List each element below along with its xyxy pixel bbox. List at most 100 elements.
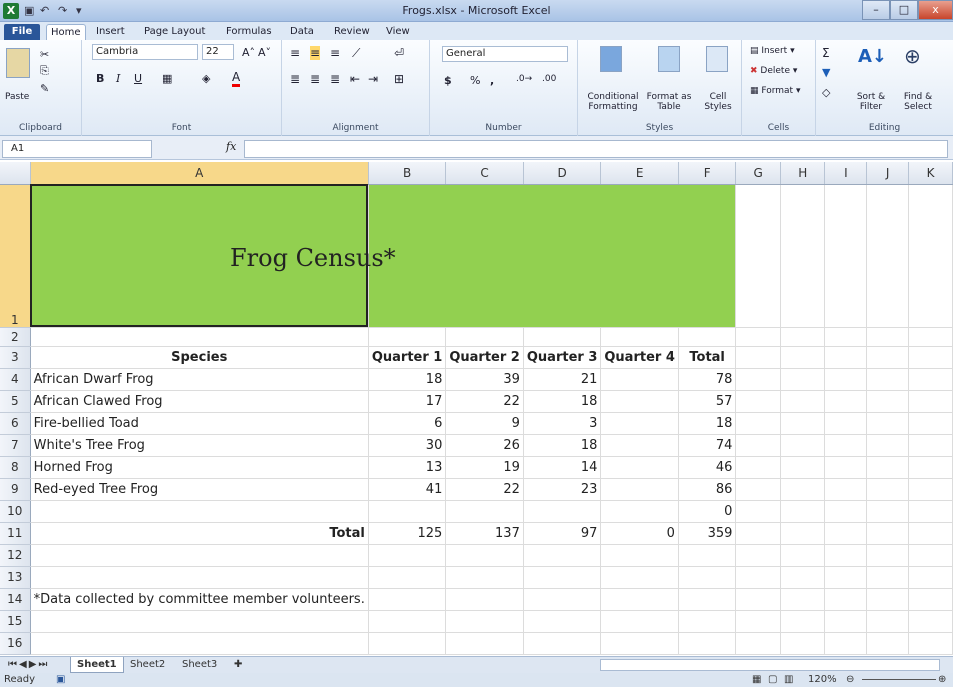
value-cell[interactable]: 3 [523, 412, 602, 435]
value-cell[interactable]: 13 [368, 456, 447, 479]
empty-cell[interactable] [908, 500, 953, 523]
conditional-formatting-icon[interactable] [600, 46, 622, 72]
column-header-a[interactable]: A [30, 162, 369, 185]
empty-cell[interactable] [908, 412, 953, 435]
cell-a1[interactable] [30, 184, 369, 328]
sort-filter-button[interactable]: Sort & Filter [850, 92, 892, 112]
italic-button[interactable]: I [116, 72, 120, 85]
empty-cell[interactable] [866, 500, 910, 523]
empty-cell[interactable] [780, 434, 826, 457]
species-cell[interactable] [30, 500, 369, 523]
empty-cell[interactable] [824, 434, 868, 457]
value-cell[interactable]: 41 [368, 478, 447, 501]
find-select-button[interactable]: Find & Select [896, 92, 940, 112]
row-header-10[interactable]: 10 [0, 500, 31, 523]
align-bottom-icon[interactable]: ≡ [330, 46, 340, 60]
tab-page-layout[interactable]: Page Layout [140, 24, 209, 40]
empty-cell[interactable] [735, 500, 781, 523]
center-icon[interactable]: ≣ [310, 72, 320, 86]
value-cell[interactable]: 23 [523, 478, 602, 501]
row-header-16[interactable]: 16 [0, 632, 31, 655]
format-as-table-icon[interactable] [658, 46, 680, 72]
value-cell[interactable]: 74 [678, 434, 737, 457]
paste-icon[interactable] [6, 48, 30, 78]
restore-button[interactable]: □ [890, 0, 918, 20]
species-cell[interactable]: African Dwarf Frog [30, 368, 369, 391]
value-cell[interactable]: 78 [678, 368, 737, 391]
value-cell[interactable] [600, 500, 679, 523]
value-cell[interactable]: 21 [523, 368, 602, 391]
value-cell[interactable]: 30 [368, 434, 447, 457]
value-cell[interactable]: 18 [678, 412, 737, 435]
value-cell[interactable]: 18 [368, 368, 447, 391]
value-cell[interactable]: 18 [523, 390, 602, 413]
empty-cell[interactable] [908, 368, 953, 391]
empty-cell[interactable] [735, 434, 781, 457]
value-cell[interactable]: 86 [678, 478, 737, 501]
value-cell[interactable] [600, 412, 679, 435]
empty-cell[interactable] [780, 412, 826, 435]
empty-cell[interactable] [735, 478, 781, 501]
empty-cell[interactable] [780, 390, 826, 413]
title-cell[interactable] [368, 184, 737, 328]
column-header-i[interactable]: I [824, 162, 868, 185]
value-cell[interactable]: 17 [368, 390, 447, 413]
tab-insert[interactable]: Insert [92, 24, 129, 40]
species-cell[interactable]: Fire-bellied Toad [30, 412, 369, 435]
row-header-9[interactable]: 9 [0, 478, 31, 501]
fill-color-icon[interactable]: ◈ [202, 72, 210, 85]
row-header-5[interactable]: 5 [0, 390, 31, 413]
merge-center-icon[interactable]: ⊞ [394, 72, 404, 86]
cell-styles-icon[interactable] [706, 46, 728, 72]
value-cell[interactable]: 9 [445, 412, 524, 435]
row-header-4[interactable]: 4 [0, 368, 31, 391]
increase-decimal-icon[interactable]: .0→ [516, 74, 532, 84]
value-cell[interactable] [600, 390, 679, 413]
insert-sheet-icon[interactable]: ✚ [228, 657, 248, 673]
empty-cell[interactable] [780, 456, 826, 479]
wrap-text-icon[interactable]: ⏎ [394, 46, 404, 60]
close-button[interactable]: x [918, 0, 953, 20]
empty-cell[interactable] [866, 390, 910, 413]
value-cell[interactable]: 57 [678, 390, 737, 413]
column-header-j[interactable]: J [866, 162, 910, 185]
column-header-g[interactable]: G [735, 162, 781, 185]
zoom-slider[interactable] [862, 679, 936, 680]
empty-cell[interactable] [866, 412, 910, 435]
row-header-7[interactable]: 7 [0, 434, 31, 457]
species-cell[interactable]: White's Tree Frog [30, 434, 369, 457]
insert-function-button[interactable]: fx [226, 140, 236, 153]
zoom-in-icon[interactable]: ⊕ [938, 673, 946, 687]
column-header-e[interactable]: E [600, 162, 679, 185]
value-cell[interactable]: 14 [523, 456, 602, 479]
row-header-11[interactable]: 11 [0, 522, 31, 545]
delete-cells-button[interactable]: ✖ Delete ▾ [750, 66, 797, 76]
header-quarter-4[interactable]: Quarter 4 [600, 346, 679, 369]
decrease-indent-icon[interactable]: ⇤ [350, 72, 360, 86]
header-quarter-2[interactable]: Quarter 2 [445, 346, 524, 369]
empty-cell[interactable] [824, 500, 868, 523]
column-header-h[interactable]: H [780, 162, 826, 185]
empty-cell[interactable] [908, 390, 953, 413]
sheet-tab-1[interactable]: Sheet1 [70, 657, 124, 673]
value-cell[interactable]: 19 [445, 456, 524, 479]
value-cell[interactable]: 6 [368, 412, 447, 435]
align-top-icon[interactable]: ≡ [290, 46, 300, 60]
value-cell[interactable]: 18 [523, 434, 602, 457]
species-cell[interactable]: Horned Frog [30, 456, 369, 479]
zoom-out-icon[interactable]: ⊖ [846, 673, 854, 687]
total-q1[interactable]: 125 [368, 521, 447, 545]
align-right-icon[interactable]: ≣ [330, 72, 340, 86]
sheet-nav-arrows-icon[interactable]: ⏮◀▶⏭ [2, 657, 55, 673]
row-header-15[interactable]: 15 [0, 610, 31, 633]
header-total[interactable]: Total [678, 346, 737, 369]
row-header-14[interactable]: 14 [0, 588, 31, 611]
paste-button[interactable]: Paste [5, 92, 29, 102]
empty-cell[interactable] [780, 368, 826, 391]
page-break-view-icon[interactable]: ▥ [784, 673, 793, 687]
value-cell[interactable]: 46 [678, 456, 737, 479]
tab-view[interactable]: View [382, 24, 414, 40]
header-quarter-3[interactable]: Quarter 3 [523, 346, 602, 369]
empty-cell[interactable] [866, 456, 910, 479]
row-header-3[interactable]: 3 [0, 346, 31, 369]
